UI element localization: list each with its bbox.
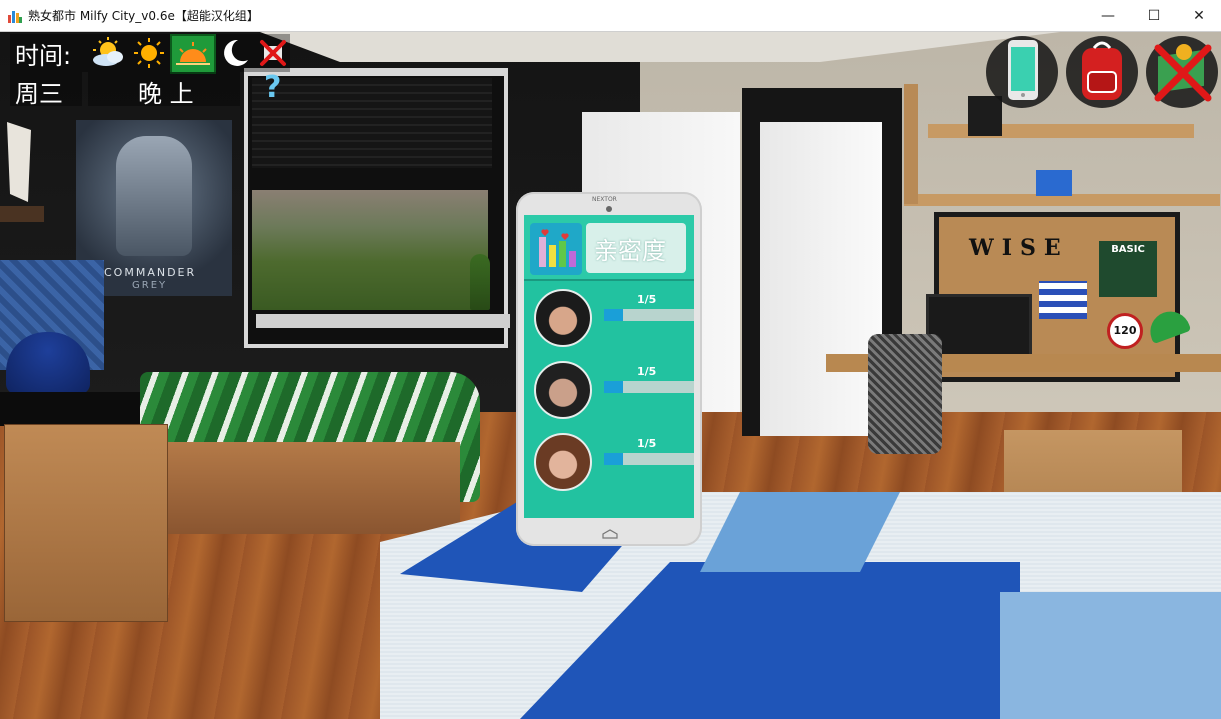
window-blinds bbox=[252, 78, 492, 168]
nightstand bbox=[4, 424, 168, 622]
moon-icon[interactable] bbox=[218, 36, 252, 70]
door bbox=[760, 122, 882, 436]
poster-text-2: GREY bbox=[132, 280, 168, 291]
affection-bar bbox=[604, 453, 694, 465]
backpack-button[interactable] bbox=[1066, 36, 1138, 108]
window-sill bbox=[256, 314, 510, 328]
affection-value: 1/5 bbox=[637, 293, 657, 306]
sun-cloud-icon[interactable] bbox=[88, 36, 128, 68]
affection-bar-fill bbox=[604, 381, 623, 393]
map-button[interactable] bbox=[1146, 36, 1218, 108]
poster-figure bbox=[116, 136, 192, 256]
character-avatar bbox=[534, 289, 592, 347]
minimize-icon: — bbox=[1101, 7, 1115, 24]
time-label: 时间: bbox=[15, 42, 72, 70]
affection-app-icon[interactable] bbox=[530, 223, 582, 275]
maximize-button[interactable]: ☐ bbox=[1131, 0, 1177, 31]
header-divider bbox=[524, 279, 694, 281]
shelf-side bbox=[904, 84, 918, 204]
sunset-icon[interactable] bbox=[170, 34, 216, 74]
backpack-icon bbox=[1082, 41, 1122, 100]
character-avatar bbox=[534, 433, 592, 491]
phone-icon bbox=[1008, 40, 1038, 100]
blue-box bbox=[1036, 170, 1072, 196]
period-label: 晚 上 bbox=[138, 80, 194, 108]
poster-text: COMMANDER bbox=[104, 266, 197, 279]
board-text: WISE bbox=[969, 235, 1069, 261]
board-number: 120 bbox=[1107, 313, 1143, 349]
phone-brand: NEXTOR bbox=[592, 196, 617, 203]
affection-value: 1/5 bbox=[637, 437, 657, 450]
board-badge: BASIC bbox=[1099, 241, 1157, 297]
affection-bar-fill bbox=[604, 453, 623, 465]
app-icon bbox=[8, 9, 22, 23]
minimize-button[interactable]: — bbox=[1085, 0, 1131, 31]
home-icon bbox=[602, 529, 618, 539]
phone-device: NEXTOR 亲密度 1/5 1/5 1/5 bbox=[516, 192, 702, 546]
office-chair bbox=[868, 334, 942, 454]
phone-home-button[interactable] bbox=[602, 524, 618, 539]
rug-lightblue-block-right bbox=[1000, 592, 1221, 719]
phone-button[interactable] bbox=[986, 36, 1058, 108]
window-landscape bbox=[252, 190, 488, 310]
map-pin-crossed-icon bbox=[1154, 44, 1212, 102]
character-row[interactable]: 1/5 bbox=[524, 283, 694, 353]
window-title: 熟女都市 Milfy City_v0.6e【超能汉化组】 bbox=[28, 9, 259, 23]
app-title: 亲密度 bbox=[594, 237, 666, 265]
game-scene: COMMANDER GREY WISE BASIC 120 时间: 周三 晚 上… bbox=[0, 32, 1221, 719]
day-label: 周三 bbox=[15, 80, 63, 108]
close-icon: ✕ bbox=[1193, 7, 1205, 24]
close-button[interactable]: ✕ bbox=[1176, 0, 1221, 31]
affection-value: 1/5 bbox=[637, 365, 657, 378]
character-avatar bbox=[534, 361, 592, 419]
affection-bar bbox=[604, 381, 694, 393]
phone-camera bbox=[606, 206, 612, 212]
character-row[interactable]: 1/5 bbox=[524, 355, 694, 425]
phone-screen: 亲密度 1/5 1/5 1/5 bbox=[524, 215, 694, 518]
affection-bar bbox=[604, 309, 694, 321]
sun-icon[interactable] bbox=[132, 36, 166, 70]
character-row[interactable]: 1/5 bbox=[524, 427, 694, 497]
maximize-icon: ☐ bbox=[1147, 7, 1161, 24]
crossed-icon[interactable] bbox=[258, 38, 288, 68]
window-titlebar: 熟女都市 Milfy City_v0.6e【超能汉化组】 — ☐ ✕ bbox=[0, 0, 1221, 32]
bed-frame bbox=[150, 442, 460, 534]
unknown-marker[interactable]: ? bbox=[264, 70, 281, 105]
affection-bar-fill bbox=[604, 309, 623, 321]
ship-model bbox=[0, 122, 44, 242]
potted-plant bbox=[470, 254, 490, 310]
board-check-pattern bbox=[1039, 281, 1087, 319]
